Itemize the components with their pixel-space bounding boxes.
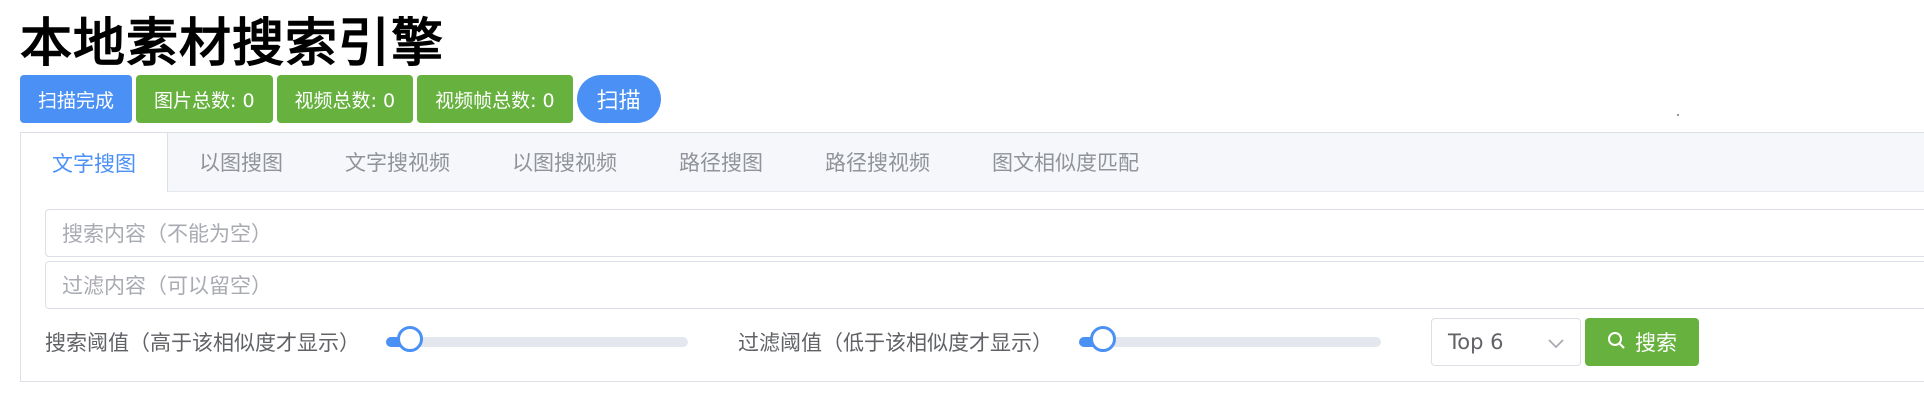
page-title: 本地素材搜索引擎 xyxy=(20,14,445,74)
frame-count-badge[interactable]: 视频帧总数: 0 xyxy=(417,75,573,123)
chevron-down-icon xyxy=(1548,330,1564,354)
tab-image-text-similarity[interactable]: 图文相似度匹配 xyxy=(961,133,1170,191)
search-icon xyxy=(1607,330,1625,354)
tab-image-to-video[interactable]: 以图搜视频 xyxy=(481,133,648,191)
scan-button[interactable]: 扫描 xyxy=(576,75,661,123)
stray-dot xyxy=(1677,114,1679,116)
slider-runway xyxy=(386,337,688,347)
slider-handle[interactable] xyxy=(1090,326,1116,352)
video-count-badge[interactable]: 视频总数: 0 xyxy=(276,75,414,123)
filter-threshold-label: 过滤阈值（低于该相似度才显示） xyxy=(738,331,1053,355)
tab-text-to-image[interactable]: 文字搜图 xyxy=(21,133,168,192)
filter-input[interactable]: 过滤内容（可以留空） xyxy=(45,261,1924,309)
slider-runway xyxy=(1079,337,1381,347)
control-row: 搜索阈值（高于该相似度才显示） 过滤阈值（低于该相似度才显示） Top 6 搜索 xyxy=(45,316,1699,368)
search-button[interactable]: 搜索 xyxy=(1585,318,1699,366)
slider-handle[interactable] xyxy=(397,326,423,352)
search-button-label: 搜索 xyxy=(1635,331,1677,355)
topk-select[interactable]: Top 6 xyxy=(1431,318,1581,366)
search-threshold-slider[interactable] xyxy=(386,326,688,352)
search-input[interactable]: 搜索内容（不能为空） xyxy=(45,209,1924,257)
search-threshold-label: 搜索阈值（高于该相似度才显示） xyxy=(45,331,360,355)
image-count-badge[interactable]: 图片总数: 0 xyxy=(136,75,273,123)
tab-path-to-video[interactable]: 路径搜视频 xyxy=(794,133,961,191)
tab-image-to-image[interactable]: 以图搜图 xyxy=(168,133,314,191)
filter-threshold-slider[interactable] xyxy=(1079,326,1381,352)
search-card: 文字搜图 以图搜图 文字搜视频 以图搜视频 路径搜图 路径搜视频 图文相似度匹配… xyxy=(20,132,1924,382)
tab-bar: 文字搜图 以图搜图 文字搜视频 以图搜视频 路径搜图 路径搜视频 图文相似度匹配 xyxy=(21,133,1924,192)
tab-text-to-video[interactable]: 文字搜视频 xyxy=(314,133,481,191)
scan-status-button[interactable]: 扫描完成 xyxy=(20,75,133,123)
tab-path-to-image[interactable]: 路径搜图 xyxy=(648,133,794,191)
status-bar: 扫描完成 图片总数: 0 视频总数: 0 视频帧总数: 0 扫描 xyxy=(20,75,661,123)
topk-value: Top 6 xyxy=(1448,330,1504,354)
